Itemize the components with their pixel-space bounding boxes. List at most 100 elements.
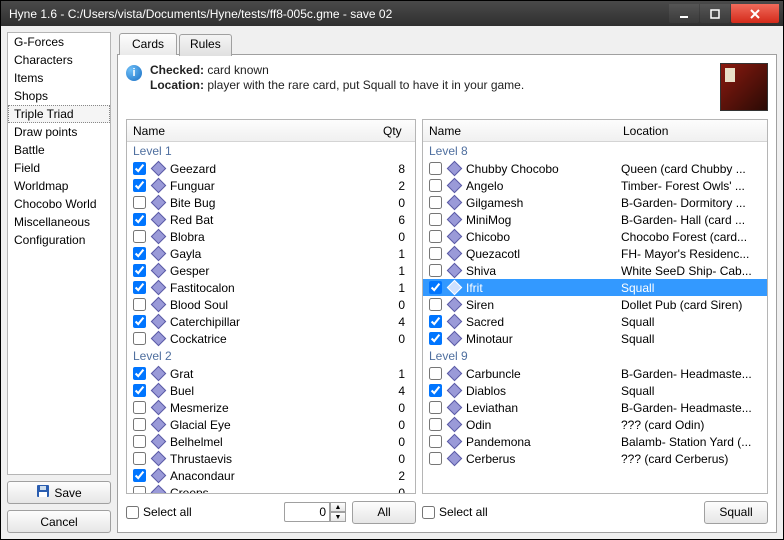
row-checkbox[interactable]	[429, 179, 442, 192]
row-checkbox[interactable]	[133, 486, 146, 493]
row-checkbox[interactable]	[133, 315, 146, 328]
table-row[interactable]: Red Bat6	[127, 211, 415, 228]
row-checkbox[interactable]	[133, 384, 146, 397]
row-checkbox[interactable]	[133, 162, 146, 175]
sidebar-item[interactable]: Battle	[8, 141, 110, 159]
close-button[interactable]	[731, 4, 779, 23]
sidebar-item[interactable]: Chocobo World	[8, 195, 110, 213]
row-checkbox[interactable]	[133, 401, 146, 414]
table-row[interactable]: CarbuncleB-Garden- Headmaste...	[423, 365, 767, 382]
table-row[interactable]: IfritSquall	[423, 279, 767, 296]
row-checkbox[interactable]	[133, 332, 146, 345]
table-row[interactable]: Caterchipillar4	[127, 313, 415, 330]
table-row[interactable]: ShivaWhite SeeD Ship- Cab...	[423, 262, 767, 279]
table-row[interactable]: Glacial Eye0	[127, 416, 415, 433]
sidebar-item[interactable]: Items	[8, 69, 110, 87]
table-row[interactable]: Funguar2	[127, 177, 415, 194]
table-row[interactable]: SacredSquall	[423, 313, 767, 330]
row-checkbox[interactable]	[429, 298, 442, 311]
table-row[interactable]: AngeloTimber- Forest Owls' ...	[423, 177, 767, 194]
row-checkbox[interactable]	[133, 196, 146, 209]
row-checkbox[interactable]	[133, 367, 146, 380]
row-checkbox[interactable]	[133, 179, 146, 192]
all-button[interactable]: All	[352, 501, 416, 524]
table-row[interactable]: DiablosSquall	[423, 382, 767, 399]
maximize-button[interactable]	[700, 4, 730, 23]
row-checkbox[interactable]	[133, 435, 146, 448]
col-location[interactable]: Location	[617, 124, 767, 138]
table-row[interactable]: GilgameshB-Garden- Dormitory ...	[423, 194, 767, 211]
row-checkbox[interactable]	[429, 384, 442, 397]
table-row[interactable]: Gesper1	[127, 262, 415, 279]
row-checkbox[interactable]	[133, 452, 146, 465]
table-row[interactable]: Blood Soul0	[127, 296, 415, 313]
sidebar-item[interactable]: G-Forces	[8, 33, 110, 51]
table-row[interactable]: Anacondaur2	[127, 467, 415, 484]
qty-input[interactable]	[284, 502, 330, 522]
table-row[interactable]: Gayla1	[127, 245, 415, 262]
sidebar-item[interactable]: Configuration	[8, 231, 110, 249]
cancel-button[interactable]: Cancel	[7, 510, 111, 533]
row-checkbox[interactable]	[429, 213, 442, 226]
table-row[interactable]: Creeps0	[127, 484, 415, 493]
row-checkbox[interactable]	[429, 332, 442, 345]
row-checkbox[interactable]	[429, 162, 442, 175]
tab-cards[interactable]: Cards	[119, 33, 177, 55]
row-checkbox[interactable]	[133, 469, 146, 482]
sidebar-list[interactable]: G-ForcesCharactersItemsShopsTriple Triad…	[7, 32, 111, 475]
row-checkbox[interactable]	[429, 401, 442, 414]
table-row[interactable]: PandemonaBalamb- Station Yard (...	[423, 433, 767, 450]
row-checkbox[interactable]	[133, 281, 146, 294]
col-name[interactable]: Name	[127, 124, 377, 138]
table-row[interactable]: QuezacotlFH- Mayor's Residenc...	[423, 245, 767, 262]
row-checkbox[interactable]	[429, 452, 442, 465]
sidebar-item[interactable]: Field	[8, 159, 110, 177]
sidebar-item[interactable]: Triple Triad	[8, 105, 110, 123]
table-row[interactable]: Bite Bug0	[127, 194, 415, 211]
tab-rules[interactable]: Rules	[179, 34, 232, 56]
left-selectall[interactable]: Select all	[126, 505, 278, 519]
minimize-button[interactable]	[669, 4, 699, 23]
row-checkbox[interactable]	[429, 367, 442, 380]
row-checkbox[interactable]	[133, 213, 146, 226]
col-name[interactable]: Name	[423, 124, 617, 138]
row-checkbox[interactable]	[429, 315, 442, 328]
table-row[interactable]: Cockatrice0	[127, 330, 415, 347]
table-row[interactable]: Fastitocalon1	[127, 279, 415, 296]
spin-up[interactable]: ▲	[330, 502, 346, 512]
row-checkbox[interactable]	[429, 264, 442, 277]
sidebar-item[interactable]: Draw points	[8, 123, 110, 141]
row-checkbox[interactable]	[429, 418, 442, 431]
sidebar-item[interactable]: Shops	[8, 87, 110, 105]
row-checkbox[interactable]	[133, 264, 146, 277]
row-checkbox[interactable]	[429, 247, 442, 260]
row-checkbox[interactable]	[133, 230, 146, 243]
sidebar-item[interactable]: Characters	[8, 51, 110, 69]
left-list[interactable]: NameQtyLevel 1Geezard8Funguar2Bite Bug0R…	[126, 119, 416, 494]
table-row[interactable]: ChicoboChocobo Forest (card...	[423, 228, 767, 245]
squall-button[interactable]: Squall	[704, 501, 768, 524]
spin-down[interactable]: ▼	[330, 512, 346, 522]
table-row[interactable]: Chubby ChocoboQueen (card Chubby ...	[423, 160, 767, 177]
row-checkbox[interactable]	[429, 196, 442, 209]
table-row[interactable]: Buel4	[127, 382, 415, 399]
save-button[interactable]: Save	[7, 481, 111, 504]
table-row[interactable]: MiniMogB-Garden- Hall (card ...	[423, 211, 767, 228]
table-row[interactable]: Odin??? (card Odin)	[423, 416, 767, 433]
row-checkbox[interactable]	[133, 298, 146, 311]
table-row[interactable]: Belhelmel0	[127, 433, 415, 450]
row-checkbox[interactable]	[133, 247, 146, 260]
table-row[interactable]: Blobra0	[127, 228, 415, 245]
right-list[interactable]: NameLocationLevel 8Chubby ChocoboQueen (…	[422, 119, 768, 494]
table-row[interactable]: SirenDollet Pub (card Siren)	[423, 296, 767, 313]
sidebar-item[interactable]: Miscellaneous	[8, 213, 110, 231]
row-checkbox[interactable]	[429, 281, 442, 294]
table-row[interactable]: Cerberus??? (card Cerberus)	[423, 450, 767, 467]
qty-spinner[interactable]: ▲▼	[284, 502, 346, 522]
table-row[interactable]: MinotaurSquall	[423, 330, 767, 347]
row-checkbox[interactable]	[429, 435, 442, 448]
sidebar-item[interactable]: Worldmap	[8, 177, 110, 195]
table-row[interactable]: Geezard8	[127, 160, 415, 177]
row-checkbox[interactable]	[133, 418, 146, 431]
table-row[interactable]: LeviathanB-Garden- Headmaste...	[423, 399, 767, 416]
